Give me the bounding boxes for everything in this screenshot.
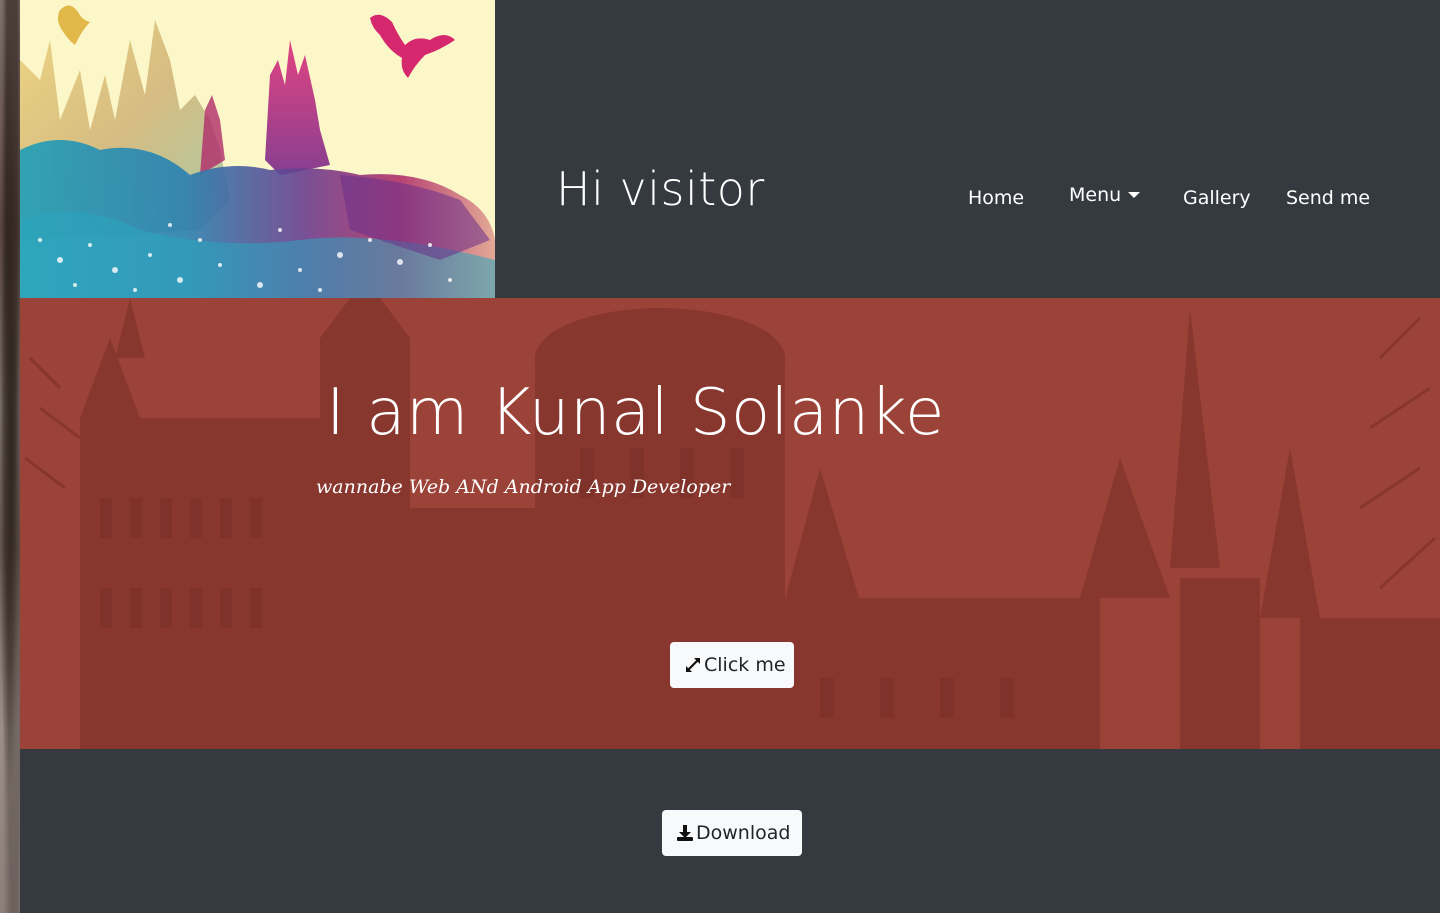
- download-icon: [677, 825, 693, 841]
- nav-home-link[interactable]: Home: [968, 187, 1024, 209]
- hero-section: I am Kunal Solanke wannabe Web ANd Andro…: [20, 298, 1440, 749]
- click-me-button[interactable]: Click me: [670, 642, 794, 688]
- click-me-label: Click me: [704, 654, 786, 676]
- nav-send-me-link[interactable]: Send me: [1286, 187, 1370, 209]
- caret-down-icon: [1128, 192, 1141, 198]
- download-button[interactable]: Download: [662, 810, 802, 856]
- expand-arrows-icon: [686, 658, 700, 672]
- logo-image: [20, 0, 495, 298]
- site-title: Hi visitor: [556, 162, 765, 216]
- castle-watercolor-logo: [20, 0, 495, 298]
- nav-menu-label: Menu: [1069, 184, 1122, 206]
- nav-gallery-link[interactable]: Gallery: [1183, 187, 1251, 209]
- background-strip: [0, 0, 20, 913]
- nav-menu-dropdown[interactable]: Menu: [1069, 184, 1141, 206]
- hero-subheading: wannabe Web ANd Android App Developer: [316, 476, 731, 498]
- download-label: Download: [696, 822, 791, 844]
- site-footer: Download: [20, 749, 1440, 913]
- hero-heading: I am Kunal Solanke: [326, 376, 945, 450]
- site-header: Hi visitor Home Menu Gallery Send me: [20, 0, 1440, 298]
